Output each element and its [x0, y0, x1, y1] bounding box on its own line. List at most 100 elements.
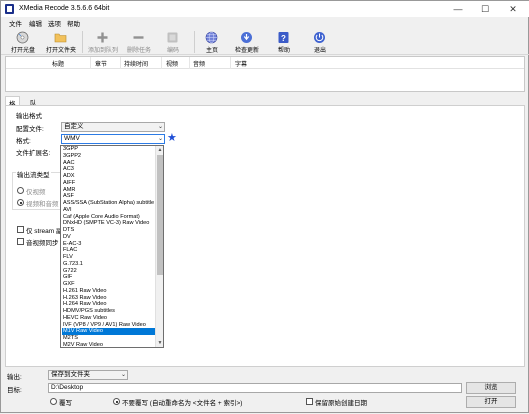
video-only-radio[interactable]: [17, 187, 24, 194]
output-select[interactable]: 保存到文件夹 ⌄: [48, 370, 128, 380]
browse-button[interactable]: 浏览: [466, 382, 516, 394]
minimize-button[interactable]: —: [445, 1, 471, 17]
stream-copy-checkbox[interactable]: [17, 226, 24, 233]
video-audio-radio[interactable]: [17, 199, 24, 206]
format-option[interactable]: G.723.1: [62, 261, 156, 268]
chevron-down-icon: ⌄: [120, 372, 126, 378]
format-dropdown-list[interactable]: 3GPP 3GPP2 AAC AC3 ADX AIFF AMR ASF ASS/SSA (Sub…: [60, 145, 164, 348]
encode-button[interactable]: 编码: [153, 30, 193, 54]
format-option[interactable]: DNxHD (SMPTE VC-3) Raw Video: [62, 220, 156, 227]
help-button[interactable]: ? 帮助: [264, 30, 304, 54]
close-button[interactable]: ✕: [500, 1, 526, 17]
format-option[interactable]: GIF: [62, 274, 156, 281]
format-option[interactable]: H.261 Raw Video: [62, 288, 156, 295]
window-title: XMedia Recode 3.5.6.6 64bit: [19, 5, 110, 12]
dropdown-scrollbar[interactable]: ▲ ▼: [155, 146, 163, 347]
disc-icon: [16, 31, 29, 44]
output-value: 保存到文件夹: [51, 371, 90, 378]
format-option[interactable]: AVI: [62, 207, 156, 214]
column-video[interactable]: 视频: [166, 59, 178, 68]
globe-icon: [205, 31, 218, 44]
format-option[interactable]: DV: [62, 234, 156, 241]
format-option[interactable]: M1V Raw Video: [62, 328, 156, 335]
format-option[interactable]: HDMV/PGS subtitles: [62, 308, 156, 315]
no-overwrite-radio[interactable]: [113, 398, 120, 405]
target-path-field[interactable]: D:\Desktop: [48, 383, 462, 393]
column-divider: [161, 57, 162, 69]
format-option[interactable]: 3GPP: [62, 146, 156, 153]
format-option[interactable]: IVF (VP8 / VP9 / AV1) Raw Video: [62, 322, 156, 329]
open-folder-button[interactable]: 打开文件夹: [41, 30, 81, 54]
format-option[interactable]: AMR: [62, 187, 156, 194]
toolbar: 打开光盘 打开文件夹 添加到队列 删除任务 编码 主页 检查更新 ? 帮助 退出: [1, 28, 529, 55]
add-to-queue-button[interactable]: 添加到队列: [83, 30, 123, 54]
menu-bar: 文件 编辑 选项 帮助: [1, 17, 529, 28]
format-select[interactable]: WMV ⌄: [61, 134, 165, 144]
scroll-down-icon[interactable]: ▼: [156, 339, 163, 347]
maximize-button[interactable]: ☐: [472, 1, 498, 17]
column-divider: [189, 57, 190, 69]
format-value: WMV: [64, 135, 80, 142]
check-update-label: 检查更新: [234, 48, 259, 54]
scrollbar-thumb[interactable]: [157, 155, 163, 275]
format-option[interactable]: FLAC: [62, 247, 156, 254]
video-audio-label: 视频和音频: [26, 201, 59, 208]
av-sync-checkbox[interactable]: [17, 238, 24, 245]
open-folder-label: 打开文件夹: [45, 48, 76, 54]
output-label: 输出:: [7, 374, 22, 381]
format-option[interactable]: DTS: [62, 227, 156, 234]
keep-date-label: 保留原始创建日期: [315, 400, 367, 407]
column-subtitles[interactable]: 字幕: [235, 59, 247, 68]
app-window: XMedia Recode 3.5.6.6 64bit — ☐ ✕ 文件 编辑 …: [0, 0, 529, 413]
scroll-up-icon[interactable]: ▲: [156, 146, 163, 154]
check-update-button[interactable]: 检查更新: [227, 30, 267, 54]
file-extension-label: 文件扩展名:: [16, 150, 51, 157]
chevron-down-icon: ⌄: [157, 136, 163, 142]
format-option[interactable]: H.264 Raw Video: [62, 301, 156, 308]
favorite-star-icon[interactable]: ★: [167, 133, 177, 144]
exit-button[interactable]: 退出: [300, 30, 340, 54]
menu-file[interactable]: 文件: [9, 18, 22, 28]
format-option[interactable]: ADX: [62, 173, 156, 180]
profile-label: 配置文件:: [16, 126, 44, 133]
format-option[interactable]: ASS/SSA (SubStation Alpha) subtitle: [62, 200, 156, 207]
title-bar[interactable]: XMedia Recode 3.5.6.6 64bit — ☐ ✕: [1, 1, 529, 17]
format-option[interactable]: GXF: [62, 281, 156, 288]
add-to-queue-icon: [97, 32, 108, 43]
menu-help[interactable]: 帮助: [67, 18, 80, 28]
homepage-button[interactable]: 主页: [192, 30, 232, 54]
profile-select[interactable]: 自定义 ⌄: [61, 122, 165, 132]
format-option[interactable]: 3GPP2: [62, 153, 156, 160]
column-divider: [90, 57, 91, 69]
video-only-label: 仅视频: [26, 189, 46, 196]
overwrite-radio[interactable]: [50, 398, 57, 405]
keep-date-checkbox[interactable]: [306, 398, 313, 405]
format-option[interactable]: M2V Raw Video: [62, 342, 156, 347]
column-chapter[interactable]: 章节: [95, 59, 107, 68]
exit-label: 退出: [313, 48, 326, 54]
format-option[interactable]: AIFF: [62, 180, 156, 187]
column-divider: [230, 57, 231, 69]
format-option[interactable]: AAC: [62, 160, 156, 167]
open-disc-button[interactable]: 打开光盘: [3, 30, 43, 54]
format-option[interactable]: G722: [62, 268, 156, 275]
format-option[interactable]: ASF: [62, 193, 156, 200]
add-to-queue-label: 添加到队列: [87, 48, 118, 54]
output-settings: 输出: 保存到文件夹 ⌄ 目标: D:\Desktop 浏览 覆写 不要覆写 (…: [1, 369, 529, 414]
format-option[interactable]: M2TS: [62, 335, 156, 342]
menu-edit[interactable]: 编辑: [29, 18, 42, 28]
column-audio[interactable]: 音频: [193, 59, 205, 68]
format-option[interactable]: AC3: [62, 166, 156, 173]
column-title[interactable]: 标题: [52, 59, 64, 68]
output-stream-heading: 输出流类型: [16, 169, 51, 179]
format-option[interactable]: E-AC-3: [62, 241, 156, 248]
job-list[interactable]: 标题 章节 持续时间 视频 音频 字幕: [5, 56, 525, 92]
format-option[interactable]: H.263 Raw Video: [62, 295, 156, 302]
format-option[interactable]: FLV: [62, 254, 156, 261]
format-option[interactable]: HEVC Raw Video: [62, 315, 156, 322]
open-button[interactable]: 打开: [466, 396, 516, 408]
format-option[interactable]: Caf (Apple Core Audio Format): [62, 214, 156, 221]
target-label: 目标:: [7, 387, 22, 394]
menu-options[interactable]: 选项: [48, 18, 61, 28]
column-duration[interactable]: 持续时间: [124, 59, 148, 68]
